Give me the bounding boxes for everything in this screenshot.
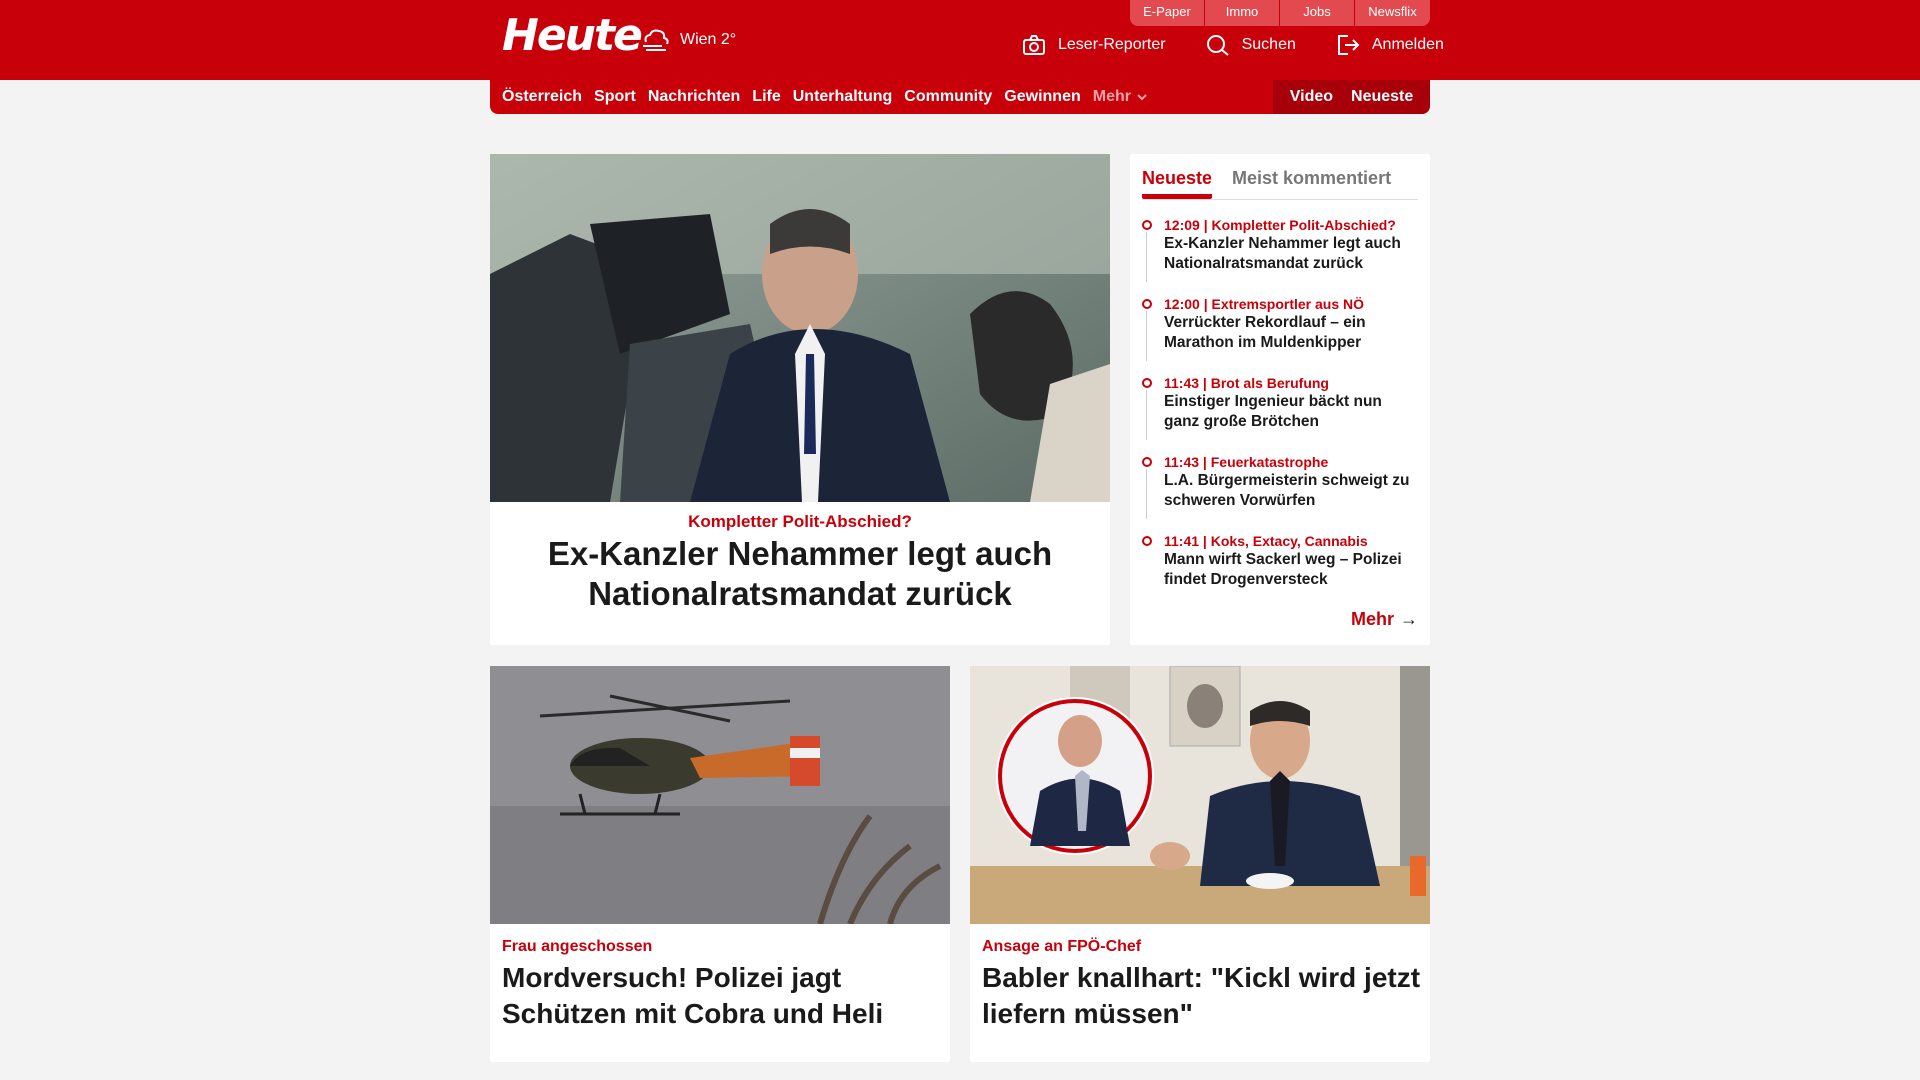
feed-title: Verrückter Rekordlauf – ein Marathon im … bbox=[1164, 314, 1366, 351]
chevron-down-icon bbox=[1137, 94, 1147, 101]
login-icon bbox=[1337, 35, 1360, 55]
card-kicker: Ansage an FPÖ-Chef bbox=[982, 938, 1142, 955]
search-label: Suchen bbox=[1241, 36, 1296, 53]
timeline-dot bbox=[1142, 536, 1152, 546]
header-bar bbox=[0, 0, 1920, 80]
timeline-dot bbox=[1142, 220, 1152, 230]
cloud-wind-icon bbox=[643, 29, 669, 51]
article-image-helicopter[interactable] bbox=[490, 666, 950, 924]
feed-title: Ex-Kanzler Nehammer legt auch Nationalra… bbox=[1164, 235, 1401, 272]
tab-meist-kommentiert[interactable]: Meist kommentiert bbox=[1232, 162, 1391, 199]
timeline-line bbox=[1146, 232, 1147, 282]
nav-unterhaltung[interactable]: Unterhaltung bbox=[793, 88, 893, 106]
timeline-dot bbox=[1142, 299, 1152, 309]
link-jobs[interactable]: Jobs bbox=[1280, 0, 1355, 26]
timeline-dot bbox=[1142, 457, 1152, 467]
sidebar-tabs: Neueste Meist kommentiert bbox=[1142, 162, 1418, 200]
nav-sport[interactable]: Sport bbox=[594, 88, 636, 106]
more-label: Mehr bbox=[1350, 609, 1394, 629]
tab-neueste[interactable]: Neueste bbox=[1142, 162, 1213, 199]
nav-oesterreich[interactable]: Österreich bbox=[502, 88, 582, 106]
hero-headline[interactable]: Ex-Kanzler Nehammer legt auch Nationalra… bbox=[490, 534, 1110, 614]
feed-meta: 12:09 | Kompletter Polit-Abschied? bbox=[1164, 217, 1396, 233]
article-card[interactable]: Frau angeschossen Mordversuch! Polizei j… bbox=[490, 666, 950, 1062]
feed-title: Mann wirft Sackerl weg – Polizei findet … bbox=[1164, 551, 1402, 588]
timeline-line bbox=[1146, 390, 1147, 440]
card-headline[interactable]: Mordversuch! Polizei jagt Schützen mit C… bbox=[502, 960, 942, 1032]
nav-right-group: Video Neueste bbox=[1273, 80, 1430, 114]
nav-video[interactable]: Video bbox=[1290, 88, 1333, 106]
service-links: E-Paper Immo Jobs Newsflix bbox=[1130, 0, 1430, 26]
article-card[interactable]: Ansage an FPÖ-Chef Babler knallhart: "Ki… bbox=[970, 666, 1430, 1062]
news-feed: 12:09 | Kompletter Polit-Abschied? Ex-Ka… bbox=[1142, 216, 1420, 611]
login-button[interactable]: Anmelden bbox=[1336, 34, 1444, 56]
nav-gewinnen[interactable]: Gewinnen bbox=[1004, 88, 1080, 106]
card-kicker: Frau angeschossen bbox=[502, 938, 653, 955]
search-icon bbox=[1206, 35, 1229, 56]
card-headline[interactable]: Babler knallhart: "Kickl wird jetzt lief… bbox=[982, 960, 1422, 1032]
list-item[interactable]: 12:09 | Kompletter Polit-Abschied? Ex-Ka… bbox=[1142, 216, 1420, 295]
timeline-line bbox=[1146, 311, 1147, 361]
header-actions: Leser-Reporter Suchen Anmelden bbox=[1022, 34, 1444, 56]
weather-widget[interactable]: Wien 2° bbox=[640, 26, 736, 54]
weather-label: Wien 2° bbox=[680, 31, 737, 48]
nav-more-dropdown[interactable]: Mehr bbox=[1093, 88, 1147, 106]
arrow-right-icon: → bbox=[1400, 609, 1418, 629]
link-immo[interactable]: Immo bbox=[1205, 0, 1280, 26]
feed-title: L.A. Bürgermeisterin schweigt zu schwere… bbox=[1164, 472, 1410, 509]
feed-meta: 11:41 | Koks, Extacy, Cannabis bbox=[1164, 533, 1368, 549]
list-item[interactable]: 11:43 | Feuerkatastrophe L.A. Bürgermeis… bbox=[1142, 453, 1420, 532]
timeline-line bbox=[1146, 469, 1147, 519]
link-epaper[interactable]: E-Paper bbox=[1130, 0, 1205, 26]
search-button[interactable]: Suchen bbox=[1206, 34, 1296, 56]
feed-title: Einstiger Ingenieur bäckt nun ganz große… bbox=[1164, 393, 1382, 430]
timeline-dot bbox=[1142, 378, 1152, 388]
leser-reporter-label: Leser-Reporter bbox=[1058, 36, 1166, 53]
list-item[interactable]: 12:00 | Extremsportler aus NÖ Verrückter… bbox=[1142, 295, 1420, 374]
list-item[interactable]: 11:43 | Brot als Berufung Einstiger Inge… bbox=[1142, 374, 1420, 453]
nav-life[interactable]: Life bbox=[752, 88, 780, 106]
main-nav: Österreich Sport Nachrichten Life Unterh… bbox=[490, 80, 1430, 114]
heute-logo[interactable]: Heute bbox=[502, 10, 643, 61]
latest-news-panel: Neueste Meist kommentiert 12:09 | Komple… bbox=[1130, 154, 1430, 645]
hero-image[interactable] bbox=[490, 154, 1110, 502]
feed-meta: 11:43 | Brot als Berufung bbox=[1164, 375, 1329, 391]
nav-community[interactable]: Community bbox=[904, 88, 992, 106]
article-image-babler[interactable] bbox=[970, 666, 1430, 924]
hero-kicker: Kompletter Polit-Abschied? bbox=[688, 512, 912, 531]
login-label: Anmelden bbox=[1371, 36, 1444, 53]
nav-more-label: Mehr bbox=[1092, 88, 1131, 105]
more-news-link[interactable]: Mehr → bbox=[1351, 609, 1418, 630]
camera-icon bbox=[1023, 35, 1045, 55]
nav-neueste[interactable]: Neueste bbox=[1351, 88, 1413, 106]
feed-meta: 12:00 | Extremsportler aus NÖ bbox=[1164, 296, 1365, 312]
leser-reporter-button[interactable]: Leser-Reporter bbox=[1022, 34, 1166, 56]
list-item[interactable]: 11:41 | Koks, Extacy, Cannabis Mann wirf… bbox=[1142, 532, 1420, 611]
hero-article[interactable]: Kompletter Polit-Abschied? Ex-Kanzler Ne… bbox=[490, 154, 1110, 645]
link-newsflix[interactable]: Newsflix bbox=[1355, 0, 1430, 26]
nav-nachrichten[interactable]: Nachrichten bbox=[648, 88, 740, 106]
feed-meta: 11:43 | Feuerkatastrophe bbox=[1164, 454, 1329, 470]
